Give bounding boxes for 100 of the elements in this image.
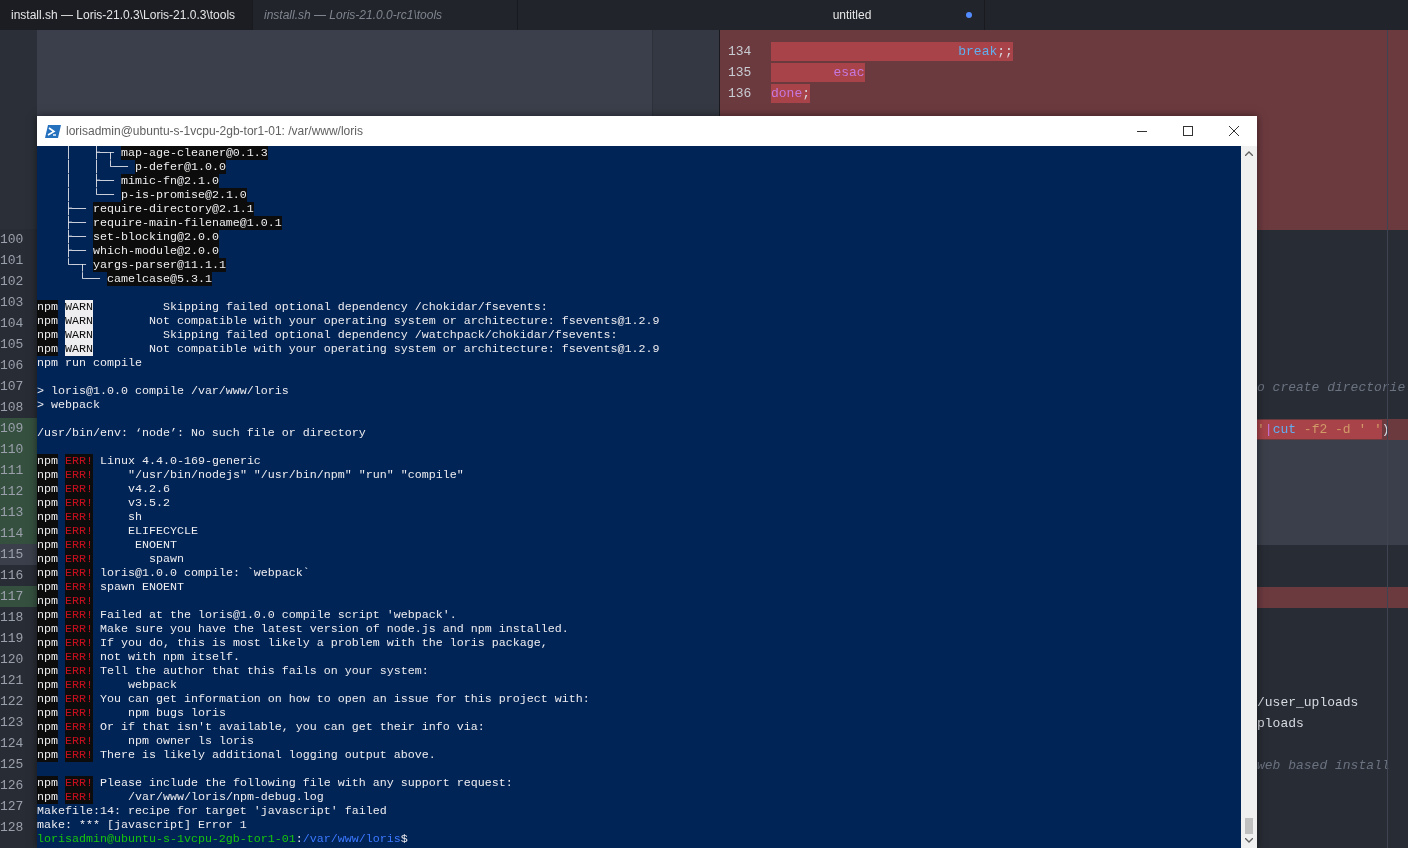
output-text: npm run compile [37,356,142,370]
package-name: map-age-cleaner@0.1.3 [120,146,268,160]
log-level-badge: ERR! [65,552,93,566]
log-source: npm [37,678,58,692]
code-comment: web based install [1257,756,1390,775]
log-level-badge: ERR! [65,720,93,734]
log-source: npm [37,636,58,650]
editor-tab[interactable]: install.sh — Loris-21.0.3\Loris-21.0.3\tools [0,0,253,30]
log-level-badge: ERR! [65,496,93,510]
maximize-icon [1183,126,1193,136]
log-source: npm [37,566,58,580]
log-level-badge: ERR! [65,510,93,524]
log-source: npm [37,496,58,510]
log-message: If you do, this is most likely a problem with the loris package, [100,636,548,650]
line-number: 127 [0,797,24,816]
line-number: 121 [0,671,24,690]
line-number: 126 [0,776,24,795]
log-source: npm [37,314,58,328]
tree-connector: │ └── [63,188,115,202]
code-token: ; [802,83,811,104]
log-message: v3.5.2 [126,496,170,510]
log-message: Skipping failed optional dependency /chokidar/fsevents: [161,300,548,314]
package-name: require-main-filename@1.0.1 [92,216,282,230]
line-number: 124 [0,734,24,753]
line-number: 128 [0,818,24,837]
scrollbar[interactable] [1241,146,1257,848]
log-source: npm [37,748,58,762]
prompt-symbol: $ [400,832,408,846]
line-number: 108 [0,398,24,417]
log-message: ENOENT [133,538,177,552]
log-level-badge: ERR! [65,580,93,594]
line-number: 125 [0,755,24,774]
log-message: Tell the author that this fails on your system: [100,664,429,678]
log-level-badge: ERR! [65,468,93,482]
output-text: /usr/bin/env: ‘node’: No such file or directory [37,426,366,440]
code-token: done [771,83,803,104]
log-level-badge: ERR! [65,776,93,790]
log-level-badge: WARN [65,328,93,342]
output-text: make: *** [javascript] Error 1 [37,818,247,832]
window-title: lorisadmin@ubuntu-s-1vcpu-2gb-tor1-01: /var/www/loris [66,123,363,140]
log-source: npm [37,454,58,468]
log-message: Failed at the loris@1.0.0 compile script 'webpack'. [100,608,457,622]
line-number: 114 [0,524,24,543]
log-level-badge: ERR! [65,748,93,762]
line-number: 101 [0,251,24,270]
log-message: spawn ENOENT [100,580,184,594]
tree-connector: ├── [63,216,87,230]
line-number: 102 [0,272,24,291]
log-level-badge: ERR! [65,482,93,496]
log-message: You can get information on how to open an issue for this project with: [100,692,590,706]
log-level-badge: ERR! [65,538,93,552]
log-source: npm [37,664,58,678]
log-message: not with npm itself. [100,650,240,664]
line-number: 118 [0,608,24,627]
line-number: 110 [0,440,24,459]
scrollbar-thumb[interactable] [1245,818,1253,834]
log-message: v4.2.6 [126,482,170,496]
code-token: ' [1257,419,1265,440]
scroll-up-icon [1245,151,1253,156]
package-name: require-directory@2.1.1 [92,202,254,216]
log-level-badge: ERR! [65,594,93,608]
log-level-badge: ERR! [65,566,93,580]
line-number: 122 [0,692,24,711]
code-token: ploads [1257,714,1304,733]
line-number: 135 [727,63,753,82]
log-message: npm bugs loris [126,706,226,720]
line-number: 103 [0,293,24,312]
output-text: > loris@1.0.0 compile /var/www/loris [37,384,289,398]
log-level-badge: ERR! [65,650,93,664]
log-level-badge: ERR! [65,664,93,678]
log-source: npm [37,608,58,622]
log-message: There is likely additional logging output above. [100,748,436,762]
log-source: npm [37,706,58,720]
log-level-badge: ERR! [65,678,93,692]
tree-connector: ├── [63,230,87,244]
code-token: ) [1381,420,1390,439]
output-text: Makefile:14: recipe for target 'javascript' failed [37,804,387,818]
line-number: 100 [0,230,24,249]
line-number: 112 [0,482,24,501]
log-message: ELIFECYCLE [126,524,198,538]
log-source: npm [37,300,58,314]
log-level-badge: WARN [65,342,93,356]
package-name: set-blocking@2.0.0 [92,230,219,244]
prompt-path: /var/www/loris [302,832,401,846]
powershell-icon [45,124,61,138]
line-number: 105 [0,335,24,354]
code-token: ;; [997,41,1013,62]
log-source: npm [37,524,58,538]
output-text: > webpack [37,398,100,412]
log-message: Skipping failed optional dependency /watchpack/chokidar/fsevents: [161,328,618,342]
tree-connector: │ ├── [63,174,115,188]
log-level-badge: ERR! [65,524,93,538]
code-token: -f2 -d ' ' [1296,419,1382,440]
log-source: npm [37,510,58,524]
log-level-badge: WARN [65,300,93,314]
log-source: npm [37,328,58,342]
line-number: 123 [0,713,24,732]
line-number: 109 [0,419,24,438]
package-name: camelcase@5.3.1 [106,272,212,286]
log-source: npm [37,622,58,636]
